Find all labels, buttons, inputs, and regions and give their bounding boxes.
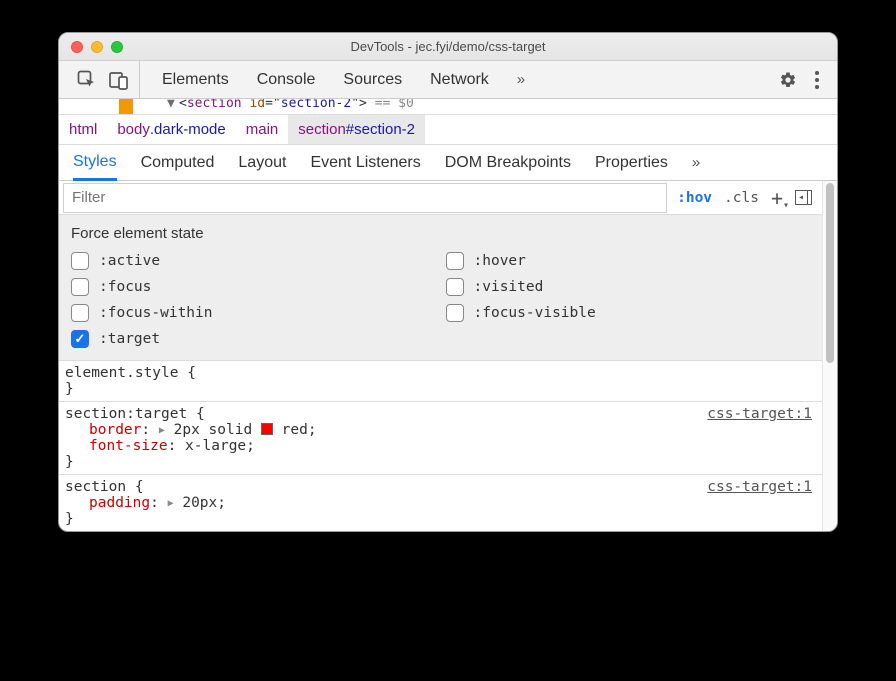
more-tabs-icon[interactable]: » xyxy=(517,71,525,88)
subtab-layout[interactable]: Layout xyxy=(238,147,286,179)
rules-list: element.style {} css-target:1 section:targ… xyxy=(59,361,822,531)
state-active[interactable]: :active xyxy=(71,252,436,270)
checkbox-icon[interactable] xyxy=(71,252,89,270)
pane-toggle-icon[interactable]: ◂ xyxy=(795,190,812,205)
titlebar: DevTools - jec.fyi/demo/css-target xyxy=(59,33,837,61)
expand-triangle-icon[interactable]: ▶ xyxy=(168,498,174,509)
state-focus[interactable]: :focus xyxy=(71,278,436,296)
state-focus-within[interactable]: :focus-within xyxy=(71,304,436,322)
filter-bar: :hov .cls +▾ ◂ xyxy=(59,181,822,215)
state-visited[interactable]: :visited xyxy=(446,278,811,296)
snippet-highlight xyxy=(119,99,133,115)
expand-caret-icon[interactable]: ▼ xyxy=(167,99,175,111)
subtab-properties[interactable]: Properties xyxy=(595,147,668,179)
selector[interactable]: section xyxy=(65,479,126,495)
crumb-body[interactable]: body.dark-mode xyxy=(107,115,235,144)
state-label: :focus xyxy=(99,279,151,295)
checkbox-icon[interactable] xyxy=(71,304,89,322)
filter-input[interactable] xyxy=(63,183,667,213)
more-subtabs-icon[interactable]: » xyxy=(692,154,700,171)
state-focus-visible[interactable]: :focus-visible xyxy=(446,304,811,322)
tab-network[interactable]: Network xyxy=(430,71,489,89)
css-declaration[interactable]: border: ▶ 2px solid red; xyxy=(65,422,812,438)
crumb-main[interactable]: main xyxy=(236,115,289,144)
state-label: :focus-within xyxy=(99,305,213,321)
tab-sources[interactable]: Sources xyxy=(343,71,402,89)
state-label: :focus-visible xyxy=(474,305,596,321)
checkbox-icon[interactable] xyxy=(446,304,464,322)
scrollbar[interactable] xyxy=(822,181,837,531)
source-link[interactable]: css-target:1 xyxy=(707,479,812,495)
force-state-section: Force element state :active :hover :focus:… xyxy=(59,215,822,361)
css-rule[interactable]: css-target:1section:target {border: ▶ 2p… xyxy=(59,401,822,474)
css-declaration[interactable]: font-size: x-large; xyxy=(65,438,812,454)
checkbox-icon[interactable] xyxy=(71,330,89,348)
checkbox-icon[interactable] xyxy=(446,278,464,296)
selector[interactable]: section:target xyxy=(65,406,187,422)
state-hover[interactable]: :hover xyxy=(446,252,811,270)
css-rule[interactable]: element.style {} xyxy=(59,361,822,401)
subtab-computed[interactable]: Computed xyxy=(141,147,215,179)
devtools-window: DevTools - jec.fyi/demo/css-target Eleme… xyxy=(58,32,838,532)
state-label: :active xyxy=(99,253,160,269)
tab-elements[interactable]: Elements xyxy=(162,71,229,89)
device-toggle-icon[interactable] xyxy=(109,70,129,90)
state-label: :hover xyxy=(474,253,526,269)
css-rule[interactable]: css-target:1section {padding: ▶ 20px;} xyxy=(59,474,822,531)
new-rule-icon[interactable]: +▾ xyxy=(771,188,783,208)
subtab-event-listeners[interactable]: Event Listeners xyxy=(310,147,420,179)
tab-console[interactable]: Console xyxy=(257,71,316,89)
subtab-dom-breakpoints[interactable]: DOM Breakpoints xyxy=(445,147,571,179)
expand-triangle-icon[interactable]: ▶ xyxy=(159,425,165,436)
kebab-menu-icon[interactable] xyxy=(815,71,819,89)
dom-snippet: ▼ <section id="section-2"> == $0 xyxy=(59,99,837,115)
crumb-section[interactable]: section#section-2 xyxy=(288,115,425,144)
styles-subtabs: Styles Computed Layout Event Listeners D… xyxy=(59,145,837,181)
force-state-title: Force element state xyxy=(71,225,810,242)
hov-toggle[interactable]: :hov xyxy=(677,190,712,206)
scrollbar-thumb[interactable] xyxy=(826,183,834,363)
window-title: DevTools - jec.fyi/demo/css-target xyxy=(59,39,837,54)
breadcrumb-bar: html body.dark-mode main section#section… xyxy=(59,115,837,145)
inspect-icon[interactable] xyxy=(77,70,97,90)
checkbox-icon[interactable] xyxy=(446,252,464,270)
source-link[interactable]: css-target:1 xyxy=(707,406,812,422)
settings-icon[interactable] xyxy=(779,71,797,89)
css-declaration[interactable]: padding: ▶ 20px; xyxy=(65,495,812,511)
state-label: :target xyxy=(99,331,160,347)
state-target[interactable]: :target xyxy=(71,330,436,348)
state-label: :visited xyxy=(474,279,544,295)
main-toolbar: Elements Console Sources Network » xyxy=(59,61,837,99)
subtab-styles[interactable]: Styles xyxy=(73,146,117,181)
cls-toggle[interactable]: .cls xyxy=(724,190,759,206)
selector[interactable]: element.style xyxy=(65,365,179,381)
checkbox-icon[interactable] xyxy=(71,278,89,296)
crumb-html[interactable]: html xyxy=(59,115,107,144)
